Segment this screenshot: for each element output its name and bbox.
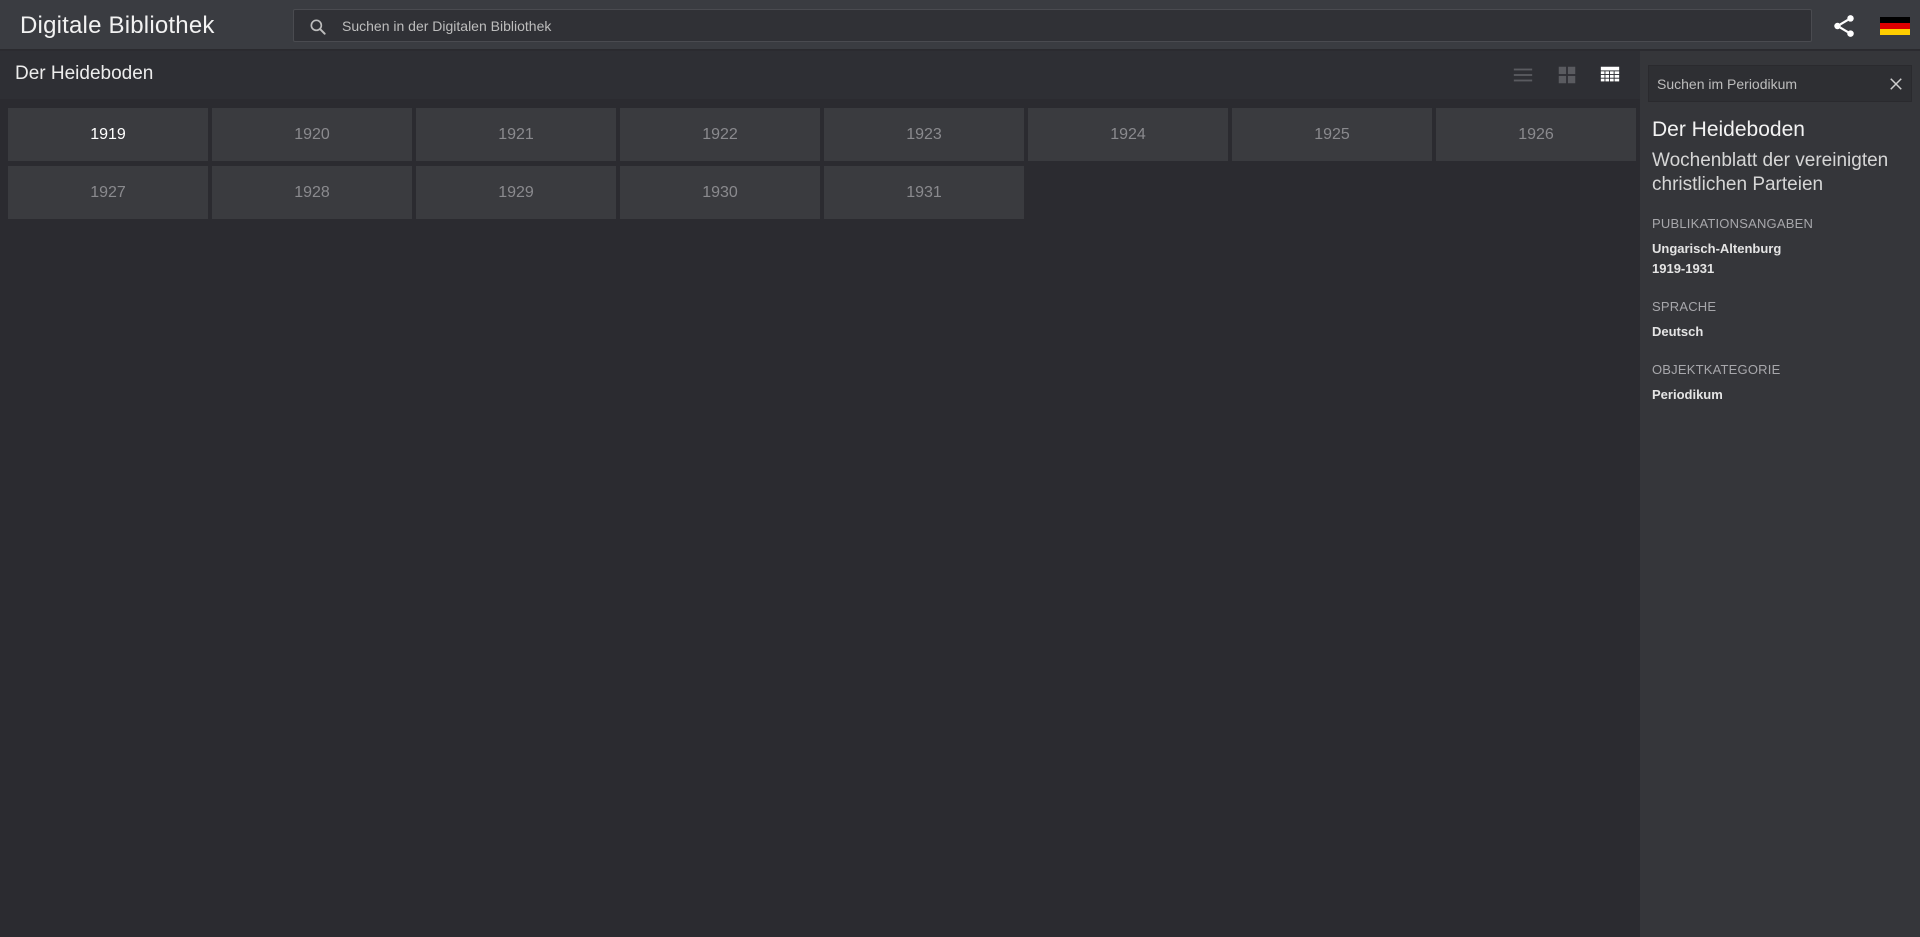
year-tile-1919[interactable]: 1919 <box>8 108 208 161</box>
main-header: Der Heideboden <box>0 51 1640 99</box>
year-tile-1924[interactable]: 1924 <box>1028 108 1228 161</box>
top-bar: Digitale Bibliothek <box>0 0 1920 50</box>
publication-label: Publikationsangaben <box>1652 216 1814 231</box>
year-tile-1929[interactable]: 1929 <box>416 166 616 219</box>
share-icon[interactable] <box>1831 13 1857 39</box>
year-tile-1926[interactable]: 1926 <box>1436 108 1636 161</box>
periodical-search-input[interactable] <box>1657 66 1877 101</box>
detail-sidebar: Der Heideboden Wochenblatt der vereinigt… <box>1640 51 1920 937</box>
search-icon <box>310 19 326 35</box>
periodical-title: Der Heideboden <box>1652 118 1805 141</box>
flag-stripe-gold <box>1880 29 1910 35</box>
list-view-icon[interactable] <box>1512 64 1534 86</box>
category-label: Objektkategorie <box>1652 362 1781 377</box>
close-icon[interactable] <box>1887 75 1905 93</box>
global-search-input[interactable] <box>342 10 1792 41</box>
periodical-search-box[interactable] <box>1648 65 1912 102</box>
page-title: Der Heideboden <box>15 63 154 84</box>
main-panel: Der Heideboden 1919 1920 1921 1922 1923 … <box>0 51 1640 937</box>
year-tile-1921[interactable]: 1921 <box>416 108 616 161</box>
year-tile-1931[interactable]: 1931 <box>824 166 1024 219</box>
global-search-box[interactable] <box>293 9 1812 42</box>
app-title[interactable]: Digitale Bibliothek <box>20 12 215 40</box>
category-value: Periodikum <box>1652 387 1723 402</box>
publication-years: 1919-1931 <box>1652 261 1715 276</box>
year-tile-1925[interactable]: 1925 <box>1232 108 1432 161</box>
tile-view-icon[interactable] <box>1556 64 1578 86</box>
language-value: Deutsch <box>1652 324 1704 339</box>
year-tile-1922[interactable]: 1922 <box>620 108 820 161</box>
periodical-subtitle: Wochenblatt der vereinigten christlichen… <box>1652 150 1889 195</box>
german-flag-icon[interactable] <box>1880 17 1910 35</box>
year-tile-1930[interactable]: 1930 <box>620 166 820 219</box>
language-label: Sprache <box>1652 299 1717 314</box>
year-grid: 1919 1920 1921 1922 1923 1924 1925 1926 … <box>8 108 1636 219</box>
year-tile-1927[interactable]: 1927 <box>8 166 208 219</box>
year-tile-1928[interactable]: 1928 <box>212 166 412 219</box>
year-tile-1923[interactable]: 1923 <box>824 108 1024 161</box>
publication-place: Ungarisch-Altenburg <box>1652 241 1782 256</box>
grid-view-icon[interactable] <box>1599 64 1621 86</box>
year-tile-1920[interactable]: 1920 <box>212 108 412 161</box>
